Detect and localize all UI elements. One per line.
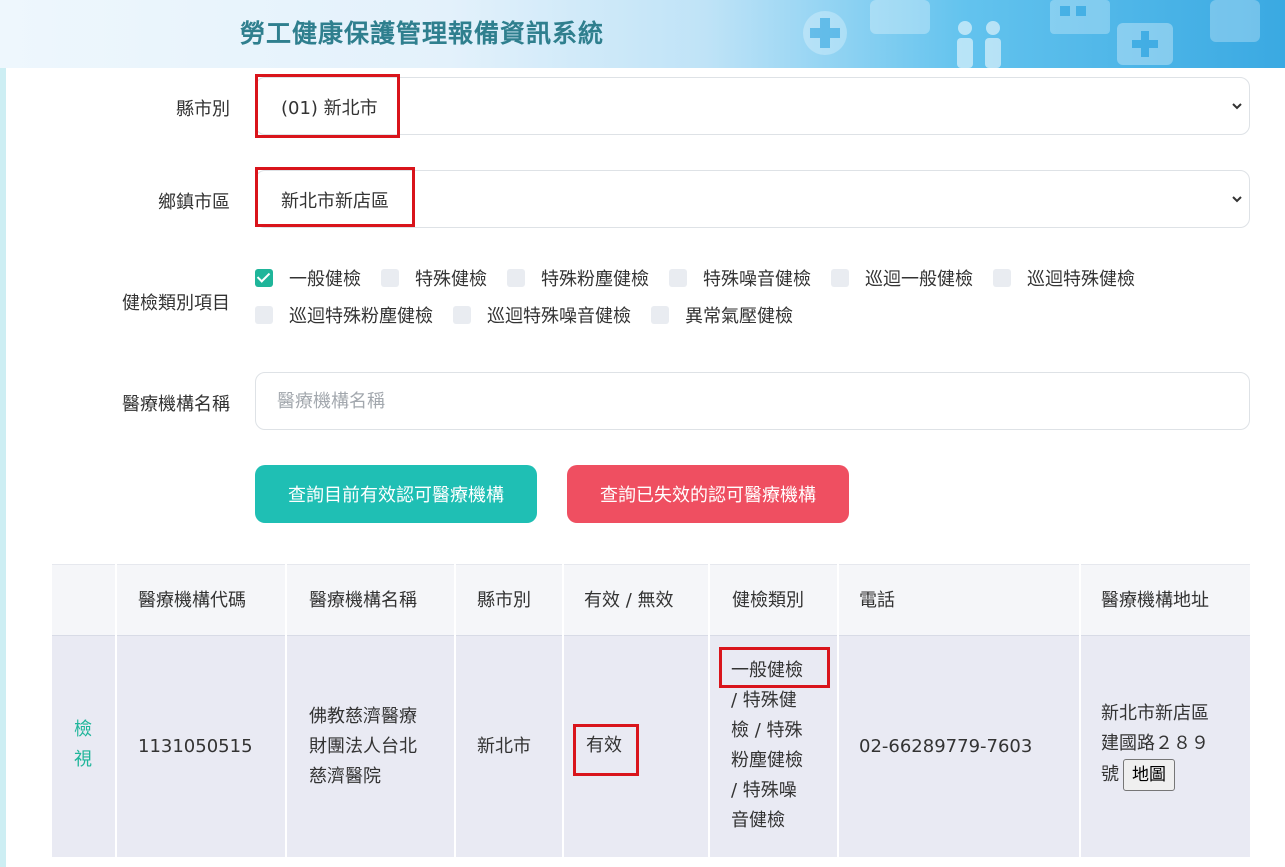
header-name: 醫療機構名稱 — [309, 590, 417, 611]
category-label-3: 特殊噪音健檢 — [703, 269, 811, 290]
first-aid-kit-icon — [1117, 23, 1173, 65]
cell-city: 新北市 — [477, 736, 531, 757]
column-divider — [837, 564, 839, 867]
view-link-char-1: 檢 — [74, 719, 92, 740]
category-label-6: 巡迴特殊粉塵健檢 — [289, 306, 433, 327]
system-title: 勞工健康保護管理報備資訊系統 — [240, 19, 605, 48]
wallet-icon — [870, 0, 930, 34]
medical-cross-icon — [803, 11, 847, 55]
column-divider — [562, 564, 564, 867]
category-label-7: 巡迴特殊噪音健檢 — [487, 306, 631, 327]
district-highlight-box — [255, 167, 415, 227]
building-icon — [1050, 0, 1110, 34]
cell-name-line: 佛教慈濟醫療 — [309, 706, 417, 727]
map-button[interactable]: 地圖 — [1123, 759, 1175, 791]
chevron-down-icon — [1232, 196, 1242, 203]
cell-name: 佛教慈濟醫療 財團法人台北 慈濟醫院 — [309, 702, 417, 792]
status-highlight-box — [573, 724, 639, 776]
cell-category-line: 檢 / 特殊 — [731, 720, 803, 741]
category-label-5: 巡迴特殊健檢 — [1027, 269, 1135, 290]
category-checkbox-0[interactable] — [255, 269, 273, 287]
cell-address-line: 新北市新店區 — [1101, 703, 1209, 724]
cell-category-line: / 特殊噪 — [731, 780, 797, 801]
cell-code: 1131050515 — [138, 736, 253, 757]
header-phone: 電話 — [859, 590, 895, 611]
cell-address: 新北市新店區 建國路２８９ 號地圖 — [1101, 699, 1209, 791]
cell-address-line: 號地圖 — [1101, 759, 1209, 791]
cell-address-line: 號 — [1101, 764, 1119, 785]
chevron-down-icon — [1232, 103, 1242, 110]
medicine-bottle-icon — [1210, 0, 1260, 42]
cell-name-line: 財團法人台北 — [309, 736, 417, 757]
header-banner: 勞工健康保護管理報備資訊系統 — [0, 0, 1285, 68]
column-divider — [1079, 564, 1081, 867]
cell-category-line: / 特殊健 — [731, 690, 797, 711]
left-accent-bar — [0, 68, 6, 867]
cell-category-line: 音健檢 — [731, 810, 785, 831]
institution-name-input[interactable] — [255, 372, 1250, 430]
city-label: 縣市別 — [176, 99, 230, 120]
cell-phone: 02-66289779-7603 — [859, 736, 1033, 757]
header-category: 健檢類別 — [732, 590, 804, 611]
category-checkbox-6[interactable] — [255, 306, 273, 324]
header-city: 縣市別 — [477, 590, 531, 611]
category-checkbox-5[interactable] — [993, 269, 1011, 287]
category-checkbox-row-1: 一般健檢 特殊健檢 特殊粉塵健檢 特殊噪音健檢 巡迴一般健檢 巡迴特殊健檢 — [255, 266, 1155, 290]
category-highlight-box — [719, 647, 830, 688]
category-label-2: 特殊粉塵健檢 — [541, 269, 649, 290]
query-invalid-button[interactable]: 查詢已失效的認可醫療機構 — [567, 465, 849, 523]
column-divider — [708, 564, 710, 867]
column-divider — [454, 564, 456, 867]
category-label-1: 特殊健檢 — [415, 269, 487, 290]
category-checkbox-2[interactable] — [507, 269, 525, 287]
category-checkbox-4[interactable] — [831, 269, 849, 287]
header-address: 醫療機構地址 — [1101, 590, 1209, 611]
view-link[interactable]: 檢 視 — [74, 715, 94, 775]
view-link-char-2: 視 — [74, 749, 92, 770]
category-checkbox-row-2: 巡迴特殊粉塵健檢 巡迴特殊噪音健檢 異常氣壓健檢 — [255, 303, 813, 327]
category-label-4: 巡迴一般健檢 — [865, 269, 973, 290]
categories-label: 健檢類別項目 — [122, 293, 230, 314]
category-checkbox-8[interactable] — [651, 306, 669, 324]
institution-name-label: 醫療機構名稱 — [122, 394, 230, 415]
family-icon — [957, 21, 1001, 68]
cell-name-line: 慈濟醫院 — [309, 766, 381, 787]
header-status: 有效 / 無效 — [584, 590, 674, 611]
column-divider — [115, 564, 117, 867]
cell-address-line: 建國路２８９ — [1101, 733, 1209, 754]
city-highlight-box — [255, 74, 400, 138]
cell-category-line: 粉塵健檢 — [731, 750, 803, 771]
district-label: 鄉鎮市區 — [158, 192, 230, 213]
header-code: 醫療機構代碼 — [138, 590, 246, 611]
query-valid-button[interactable]: 查詢目前有效認可醫療機構 — [255, 465, 537, 523]
city-select[interactable]: (01) 新北市 — [255, 77, 1250, 135]
category-label-8: 異常氣壓健檢 — [685, 306, 793, 327]
category-checkbox-3[interactable] — [669, 269, 687, 287]
category-checkbox-1[interactable] — [381, 269, 399, 287]
column-divider — [285, 564, 287, 867]
category-label-0: 一般健檢 — [289, 269, 361, 290]
category-checkbox-7[interactable] — [453, 306, 471, 324]
